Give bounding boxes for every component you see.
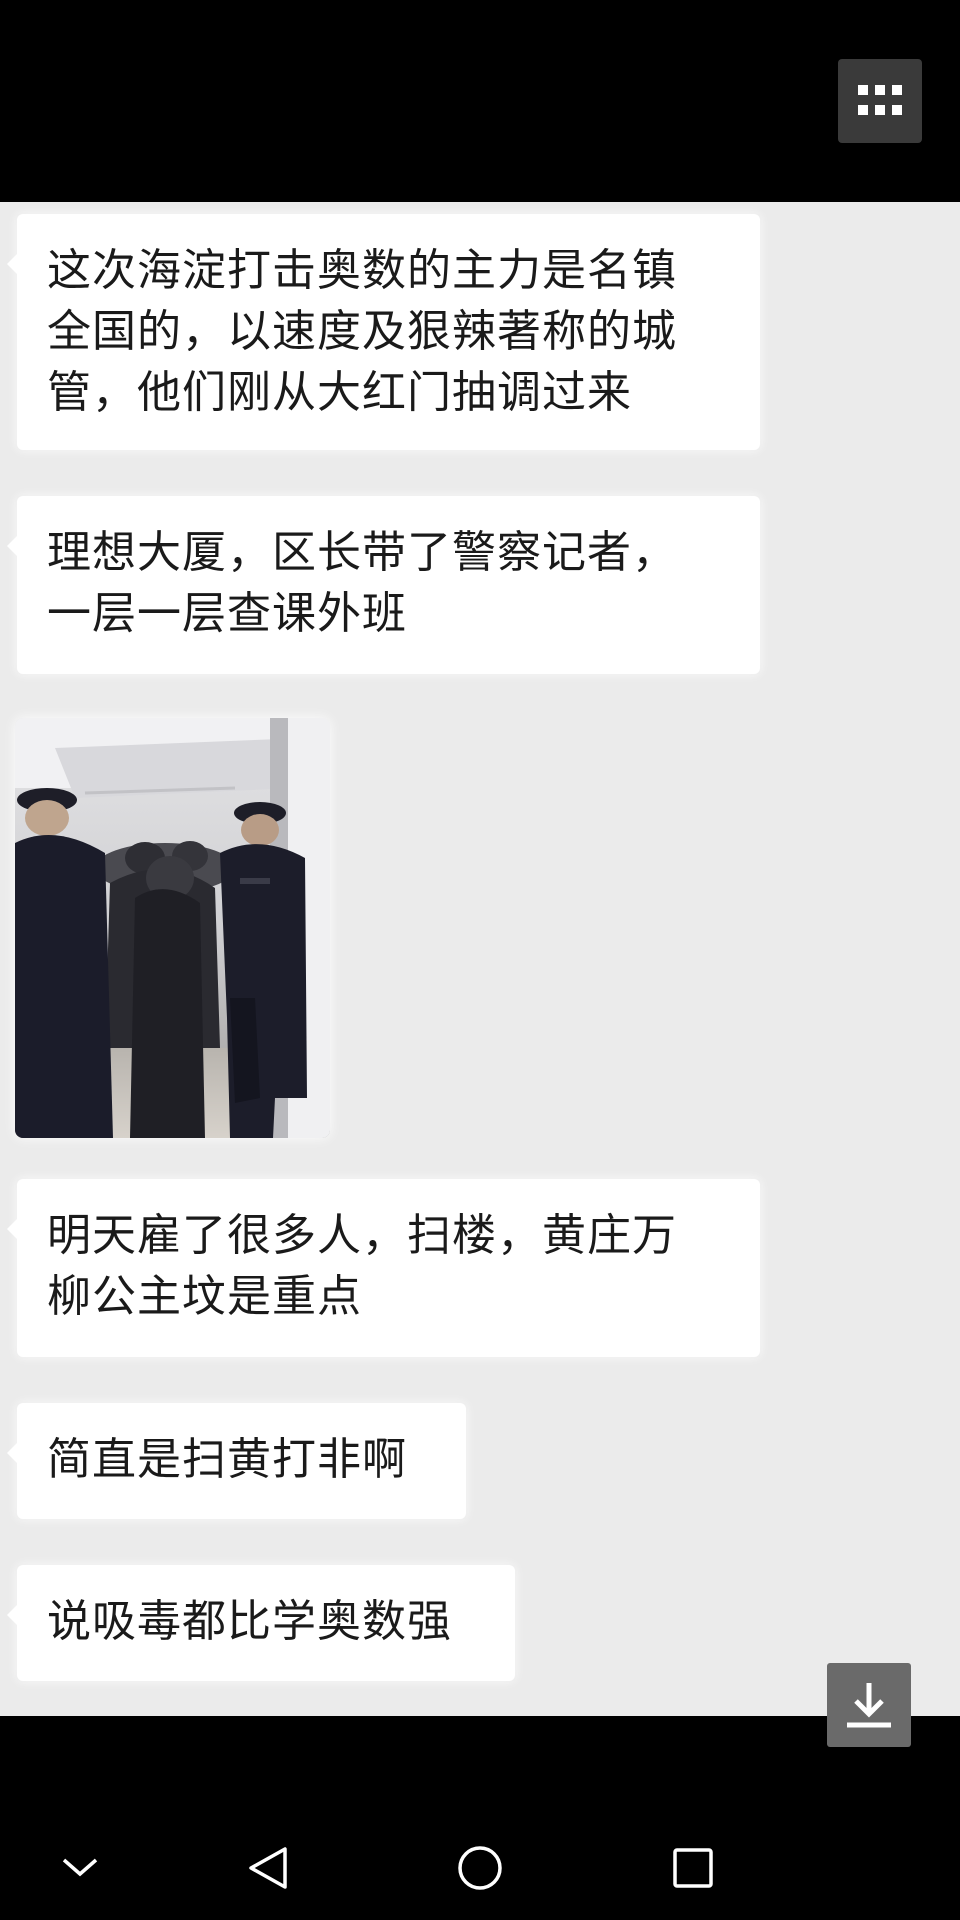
message-bubble[interactable]: 明天雇了很多人，扫楼，黄庄万 柳公主坟是重点 [7,1179,760,1357]
photo-message[interactable] [15,718,330,1138]
recents-button[interactable] [658,1840,728,1896]
chat-message-list[interactable]: 这次海淀打击奥数的主力是名镇 全国的，以速度及狠辣著称的城 管，他们刚从大红门抽… [0,202,960,1716]
back-triangle-icon [249,1847,287,1889]
home-circle-icon [458,1846,502,1890]
home-button[interactable] [445,1840,515,1896]
grid-menu-icon [858,85,902,115]
message-bubble[interactable]: 理想大厦，区长带了警察记者， 一层一层查课外班 [7,496,760,674]
message-bubble[interactable]: 说吸毒都比学奥数强 [7,1565,515,1681]
message-bubble[interactable]: 简直是扫黄打非啊 [7,1403,466,1519]
message-bubble[interactable]: 这次海淀打击奥数的主力是名镇 全国的，以速度及狠辣著称的城 管，他们刚从大红门抽… [7,214,760,450]
grid-menu-button[interactable] [838,59,922,143]
download-icon [847,1683,891,1728]
download-button[interactable] [827,1663,911,1747]
photo-thumbnail [15,718,330,1138]
back-button[interactable] [232,1840,302,1896]
chat-screen: 这次海淀打击奥数的主力是名镇 全国的，以速度及狠辣著称的城 管，他们刚从大红门抽… [0,0,960,1920]
chevron-down-icon [62,1858,98,1877]
recents-square-icon [673,1848,713,1888]
collapse-button[interactable] [45,1840,115,1896]
top-bar [0,0,960,202]
